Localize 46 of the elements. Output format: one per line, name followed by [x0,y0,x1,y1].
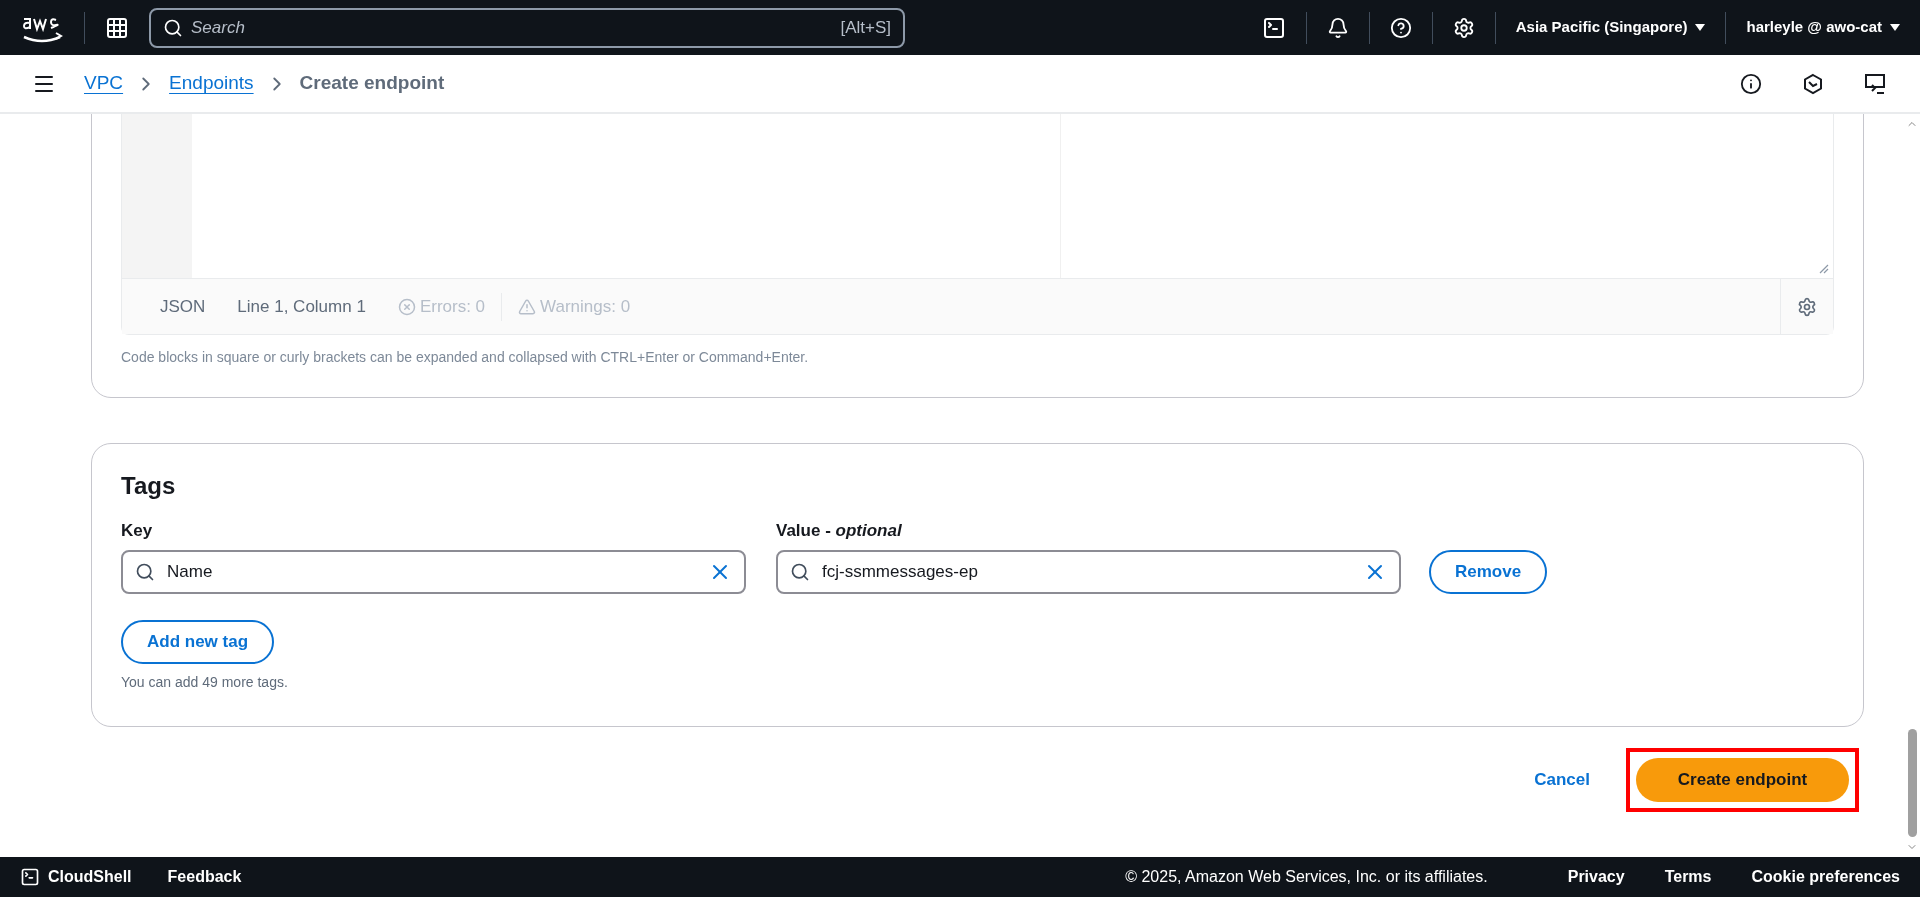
region-menu[interactable]: Asia Pacific (Singapore) [1515,16,1706,39]
add-tag-button[interactable]: Add new tag [121,619,275,664]
copyright-text: © 2025, Amazon Web Services, Inc. or its affiliates. [1125,867,1488,887]
section-title: Tags [121,471,177,501]
breadcrumb-current: Create endpoint [299,71,445,96]
scrollbar-thumb[interactable] [1907,729,1917,837]
feedback-link[interactable]: Feedback [167,865,242,889]
terminal-icon [20,867,40,887]
error-icon [397,297,416,316]
footer-link[interactable]: Privacy [1567,865,1625,889]
errors-count: Errors: 0 [419,295,486,318]
breadcrumb-link[interactable]: VPC [84,69,124,98]
search-icon [163,17,183,38]
hexagon-icon[interactable] [1802,72,1824,95]
info-icon[interactable] [1740,72,1762,95]
help-icon[interactable] [1389,16,1412,39]
remove-button[interactable]: Remove [1429,549,1548,594]
create-endpoint-button[interactable]: Create endpoint [1636,758,1849,802]
screen-icon[interactable] [1864,71,1888,96]
field-label: Key [121,520,154,542]
cursor-position: Line 1, Column 1 [237,295,366,318]
search-icon [790,561,810,582]
cancel-button[interactable]: Cancel [1534,767,1590,793]
breadcrumb-link[interactable]: Endpoints [169,69,254,98]
warnings-count: Warnings: 0 [540,295,631,318]
account-menu[interactable]: harleyle @ awo-cat [1746,16,1900,39]
warning-icon [518,297,537,316]
notifications-icon[interactable] [1326,16,1349,39]
tag-input-field[interactable]: Name [121,549,746,594]
resize-handle-icon[interactable] [1817,262,1829,274]
cloudshell-link[interactable]: CloudShell [48,865,132,889]
shortcut-hint: [Alt+S] [840,16,891,39]
caret-icon [1890,23,1900,32]
editor-hint: Code blocks in square or curly brackets can be expanded and collapsed with CTRL+Enter or Command+Enter. [121,348,810,367]
tag-input-field[interactable]: fcj-ssmmessages-ep [776,549,1401,594]
terminal-icon[interactable] [1261,15,1286,40]
language-label: JSON [160,295,206,318]
apps-grid-icon[interactable] [105,15,129,40]
tags-limit-note: You can add 49 more tags. [121,672,289,692]
search-field[interactable]: Search [Alt+S] [149,7,905,48]
search-icon [135,561,155,582]
settings-icon[interactable] [1452,16,1475,39]
footer-link[interactable]: Cookie preferences [1751,865,1900,889]
caret-icon [1695,23,1706,32]
field-label: Value - optional [776,520,902,542]
footer-link[interactable]: Terms [1664,865,1712,889]
